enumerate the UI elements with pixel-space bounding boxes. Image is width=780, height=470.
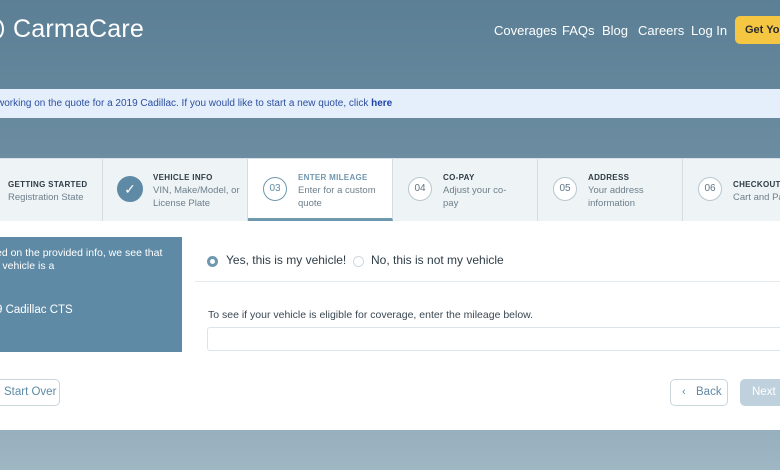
nav-coverages[interactable]: Coverages — [494, 23, 557, 38]
site-logo[interactable]: CarmaCare — [13, 15, 144, 44]
quote-form: ed on the provided info, we see that r v… — [0, 221, 780, 430]
vehicle-name: 9 Cadillac CTS — [0, 304, 73, 316]
step-title: GETTING STARTED — [8, 180, 88, 189]
step-title: ENTER MILEAGE — [298, 173, 368, 182]
nav-blog[interactable]: Blog — [602, 23, 628, 38]
step-subtitle: Enter for a custom quote — [298, 185, 376, 209]
step-subtitle: Cart and Pa — [733, 192, 780, 203]
step-title: CHECKOUT — [733, 180, 780, 189]
get-quote-button[interactable]: Get Your — [735, 16, 780, 44]
radio-no-vehicle[interactable] — [353, 256, 364, 267]
new-quote-link[interactable]: here — [371, 98, 392, 109]
back-label: Back — [696, 386, 722, 398]
nav-login[interactable]: Log In — [691, 23, 727, 38]
quote-notice-banner: working on the quote for a 2019 Cadillac… — [0, 89, 780, 118]
banner-text: working on the quote for a 2019 Cadillac… — [0, 98, 372, 109]
carmacare-logo-icon[interactable] — [0, 19, 4, 39]
divider — [195, 281, 780, 282]
chevron-left-icon: ‹ — [682, 386, 686, 398]
step-subtitle: Registration State — [8, 192, 84, 203]
step-subtitle: Adjust your co-pay — [443, 185, 507, 209]
step-number: 06 — [698, 177, 722, 201]
next-button[interactable]: Next — [740, 379, 780, 406]
step-title: CO-PAY — [443, 173, 475, 182]
radio-yes-vehicle[interactable] — [207, 256, 218, 267]
nav-careers[interactable]: Careers — [638, 23, 684, 38]
checkmark-icon: ✓ — [117, 176, 143, 202]
back-button[interactable]: ‹ Back — [670, 379, 728, 406]
vehicle-info-text: ed on the provided info, we see that r v… — [0, 247, 163, 272]
step-subtitle: Your address information — [588, 185, 644, 209]
step-title: VEHICLE INFO — [153, 173, 213, 182]
step-number: 03 — [263, 177, 287, 201]
nav-faqs[interactable]: FAQs — [562, 23, 595, 38]
step-enter-mileage[interactable]: 03 ENTER MILEAGE Enter for a custom quot… — [248, 159, 393, 221]
step-number: 04 — [408, 177, 432, 201]
step-vehicle-info[interactable]: ✓ VEHICLE INFO VIN, Make/Model, or Licen… — [103, 159, 248, 221]
quote-progress-steps: GETTING STARTED Registration State ✓ VEH… — [0, 158, 780, 221]
step-co-pay[interactable]: 04 CO-PAY Adjust your co-pay — [393, 159, 538, 221]
radio-yes-label[interactable]: Yes, this is my vehicle! — [226, 253, 346, 267]
mileage-prompt: To see if your vehicle is eligible for c… — [208, 309, 534, 321]
step-getting-started[interactable]: GETTING STARTED Registration State — [0, 159, 103, 221]
radio-no-label[interactable]: No, this is not my vehicle — [371, 253, 504, 267]
step-address[interactable]: 05 ADDRESS Your address information — [538, 159, 683, 221]
step-number: 05 — [553, 177, 577, 201]
site-header: CarmaCare Coverages FAQs Blog Careers Lo… — [0, 0, 780, 62]
banner-message: working on the quote for a 2019 Cadillac… — [0, 89, 392, 118]
mileage-input[interactable] — [207, 327, 780, 351]
step-checkout[interactable]: 06 CHECKOUT Cart and Pa — [683, 159, 780, 221]
vehicle-info-card: ed on the provided info, we see that r v… — [0, 237, 182, 352]
start-over-button[interactable]: Start Over — [0, 379, 60, 406]
step-subtitle: VIN, Make/Model, or License Plate — [153, 185, 240, 209]
step-title: ADDRESS — [588, 173, 630, 182]
